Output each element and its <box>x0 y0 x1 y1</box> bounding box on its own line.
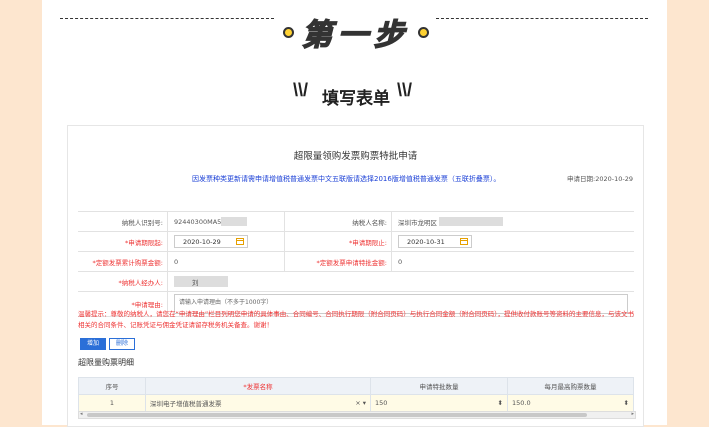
invoice-name-select[interactable]: 深圳电子增值税普通发票 × ▾ <box>145 394 371 412</box>
qty-stepper[interactable]: 150 ⬍ <box>370 394 508 412</box>
toolbar: 增加 删除 <box>80 338 138 350</box>
end-date-label: *申请期限止: <box>284 232 392 251</box>
column-header: 申请特批数量 <box>370 377 508 395</box>
dot-icon <box>418 26 430 38</box>
taxpayer-id-value: 92440300MA5 <box>174 212 284 231</box>
scroll-left-icon[interactable]: ◂ <box>80 411 83 417</box>
calendar-icon[interactable] <box>460 238 468 245</box>
end-date-input[interactable]: 2020-10-31 <box>398 235 472 248</box>
divider-left <box>60 18 274 19</box>
redacted-block <box>439 217 503 226</box>
quota-amount-value[interactable]: 0 <box>174 252 284 271</box>
form-row: *定额发票累计购票金额: 0 *定额发票申请特批金额: 0 <box>78 252 634 272</box>
clear-chevron-icon[interactable]: × ▾ <box>355 399 366 407</box>
form-grid: 纳税人识别号: 92440300MA5 纳税人名称: 深圳市龙明区 *申请期限起… <box>78 211 634 317</box>
step-heading: 第一步 <box>276 10 436 54</box>
section-title: 超限量购票明细 <box>78 358 134 367</box>
start-date-input[interactable]: 2020-10-29 <box>174 235 248 248</box>
horizontal-scrollbar[interactable]: ◂ ▸ <box>78 411 636 419</box>
sparkle-right-icon: \\/ <box>397 80 413 100</box>
column-header: 每月最高购票数量 <box>507 377 634 395</box>
form-row: *纳税人经办人: 刘 <box>78 272 634 292</box>
quota-apply-label: *定额发票申请特批金额: <box>284 252 392 271</box>
form-row: 纳税人识别号: 92440300MA5 纳税人名称: 深圳市龙明区 <box>78 212 634 232</box>
column-header: *发票名称 <box>145 377 371 395</box>
table-row: 1 深圳电子增值税普通发票 × ▾ 150 ⬍ 150.0 ⬍ <box>78 394 634 412</box>
quota-apply-value[interactable]: 0 <box>398 252 598 271</box>
delete-button[interactable]: 删除 <box>109 338 136 350</box>
scrollbar-thumb[interactable] <box>87 413 587 417</box>
taxpayer-id-label: 纳税人识别号: <box>78 212 168 231</box>
start-date-field: 2020-10-29 <box>174 232 284 251</box>
scroll-right-icon[interactable]: ▸ <box>631 411 634 417</box>
quota-amount-label: *定额发票累计购票金额: <box>78 252 168 271</box>
step-title: 第一步 <box>301 17 410 54</box>
taxpayer-name-value: 深圳市龙明区 <box>398 212 598 231</box>
add-button[interactable]: 增加 <box>80 338 107 350</box>
form-notice: 因发票种类更新请需申请增值税普通发票中文五联版请选择2016版增值税普通发票（五… <box>192 175 501 183</box>
column-header: 序号 <box>78 377 146 395</box>
stepper-arrows-icon[interactable]: ⬍ <box>498 399 503 407</box>
row-index: 1 <box>78 394 146 412</box>
table-header-row: 序号 *发票名称 申请特批数量 每月最高购票数量 <box>78 377 634 395</box>
agent-value[interactable]: 刘 <box>174 272 284 291</box>
agent-label: *纳税人经办人: <box>78 272 168 291</box>
detail-table: 序号 *发票名称 申请特批数量 每月最高购票数量 1 深圳电子增值税普通发票 × … <box>78 377 634 412</box>
calendar-icon[interactable] <box>236 238 244 245</box>
stepper-arrows-icon[interactable]: ⬍ <box>624 399 629 407</box>
end-date-field: 2020-10-31 <box>398 232 598 251</box>
form-title: 超限量领购发票购票特批申请 <box>293 151 418 162</box>
application-form: 超限量领购发票购票特批申请 因发票种类更新请需申请增值税普通发票中文五联版请选择… <box>67 125 644 427</box>
dot-icon <box>282 26 294 38</box>
max-qty-field[interactable]: 150.0 ⬍ <box>507 394 634 412</box>
start-date-label: *申请期限起: <box>78 232 168 251</box>
form-row: *申请期限起: 2020-10-29 *申请期限止: 2020-10-31 <box>78 232 634 252</box>
apply-date: 申请日期:2020-10-29 <box>567 175 633 183</box>
taxpayer-name-label: 纳税人名称: <box>284 212 392 231</box>
divider-right <box>436 18 648 19</box>
warning-text: 温馨提示：尊敬的纳税人，请您在“申请理由”栏目列明您申请的具体事由、合同编号、合… <box>78 310 634 329</box>
redacted-block <box>221 217 248 226</box>
